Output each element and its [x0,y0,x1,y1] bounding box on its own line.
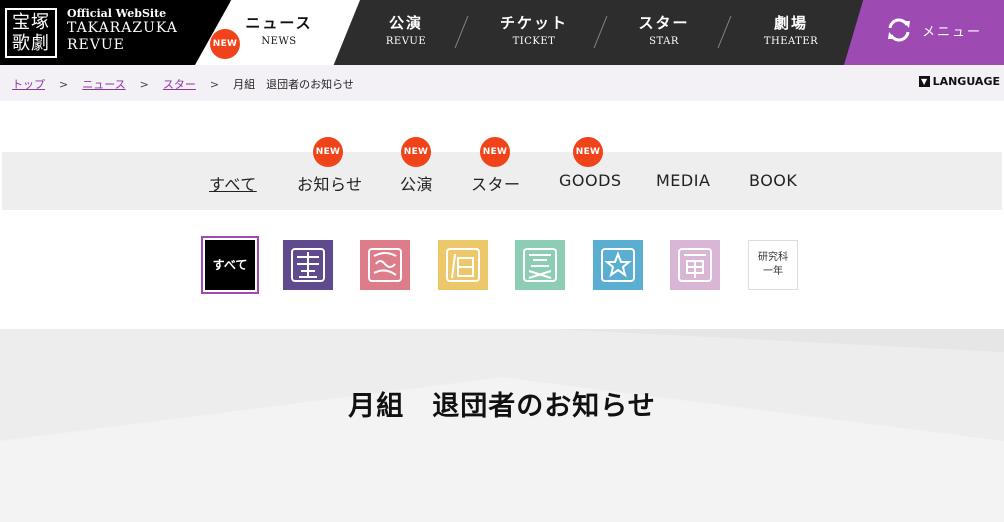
tab-media[interactable]: MEDIA [656,171,710,190]
troupe-star-icon[interactable] [515,240,565,290]
logo-site-name-line-2: REVUE [67,37,125,53]
troupe-filter-first-year-label-1: 研究科 [758,252,788,263]
site-header: 宝塚 歌劇 Official WebSite TAKARAZUKA REVUE … [0,0,1004,65]
seal-text-line-2: 歌劇 [12,33,50,54]
tab-info[interactable]: お知らせ [297,171,363,195]
language-label: LANGUAGE [932,75,1000,88]
troupe-filter-first-year[interactable]: 研究科 一年 [748,240,798,290]
troupe-senka-icon[interactable] [670,240,720,290]
troupe-cosmos-icon[interactable] [593,240,643,290]
tab-new-badge: NEW [313,137,343,167]
breadcrumb-separator: > [59,77,69,91]
seal-text-line-1: 宝塚 [12,12,50,33]
nav-separator [717,16,732,48]
nav-ticket-label: チケット [499,14,568,32]
nav-ticket-sublabel: TICKET [512,36,556,47]
tab-goods[interactable]: GOODS [559,171,622,190]
breadcrumb-separator: > [209,77,220,91]
menu-label: メニュー [922,25,983,40]
tab-new-badge: NEW [401,137,431,167]
logo-site-name: TAKARAZUKA REVUE [67,20,178,54]
nav-star[interactable]: スター STAR [624,0,704,65]
nav-ticket[interactable]: チケット TICKET [488,0,580,65]
troupe-filter-all[interactable]: すべて [201,236,259,294]
tab-star[interactable]: スター [471,171,521,195]
nav-revue-sublabel: REVUE [385,36,427,47]
nav-theater-sublabel: THEATER [763,36,819,47]
title-band [0,329,1004,522]
chevron-down-icon: ▼ [918,76,930,87]
nav-revue-label: 公演 [388,14,423,32]
troupe-filter-first-year-label-2: 一年 [763,266,783,277]
logo-subtitle: Official WebSite [67,7,167,20]
logo-site-name-line-1: TAKARAZUKA [67,20,178,36]
nav-star-label: スター [638,14,690,32]
breadcrumb: トップ > ニュース > スター > 月組 退団者のお知らせ [12,76,354,92]
tab-new-badge: NEW [480,137,510,167]
tab-revue[interactable]: 公演 [400,171,433,195]
nav-theater[interactable]: 劇場 THEATER [752,0,830,65]
language-switcher[interactable]: ▼ LANGUAGE [918,75,1000,88]
breadcrumb-separator: > [139,77,149,91]
troupe-filter-all-label: すべて [205,240,255,290]
nav-separator [454,16,469,48]
menu-button[interactable]: メニュー [844,0,1004,65]
breadcrumb-news-link[interactable]: ニュース [82,76,125,92]
nav-separator [593,16,608,48]
breadcrumb-top-link[interactable]: トップ [12,76,45,92]
troupe-snow-icon[interactable] [438,240,488,290]
page-title: 月組 退団者のお知らせ [348,391,656,422]
nav-theater-label: 劇場 [773,14,808,32]
nav-news[interactable]: ニュース NEWS [220,0,338,65]
troupe-flower-icon[interactable] [283,240,333,290]
nav-news-new-badge: NEW [210,29,240,59]
nav-news-label: ニュース [245,14,313,32]
breadcrumb-current: 月組 退団者のお知らせ [233,78,354,91]
tab-new-badge: NEW [573,137,603,167]
tab-book[interactable]: BOOK [749,171,797,190]
breadcrumb-bar: トップ > ニュース > スター > 月組 退団者のお知らせ ▼ LANGUAG… [0,65,1004,101]
nav-revue[interactable]: 公演 REVUE [366,0,446,65]
breadcrumb-star-link[interactable]: スター [163,76,196,92]
band-decoration [0,377,1004,522]
nav-star-sublabel: STAR [649,36,679,47]
tab-all[interactable]: すべて [209,171,257,195]
refresh-icon [888,18,910,42]
takarazuka-seal-icon: 宝塚 歌劇 [5,8,57,58]
troupe-moon-icon[interactable] [360,240,410,290]
site-logo[interactable]: 宝塚 歌劇 Official WebSite TAKARAZUKA REVUE [0,0,230,65]
